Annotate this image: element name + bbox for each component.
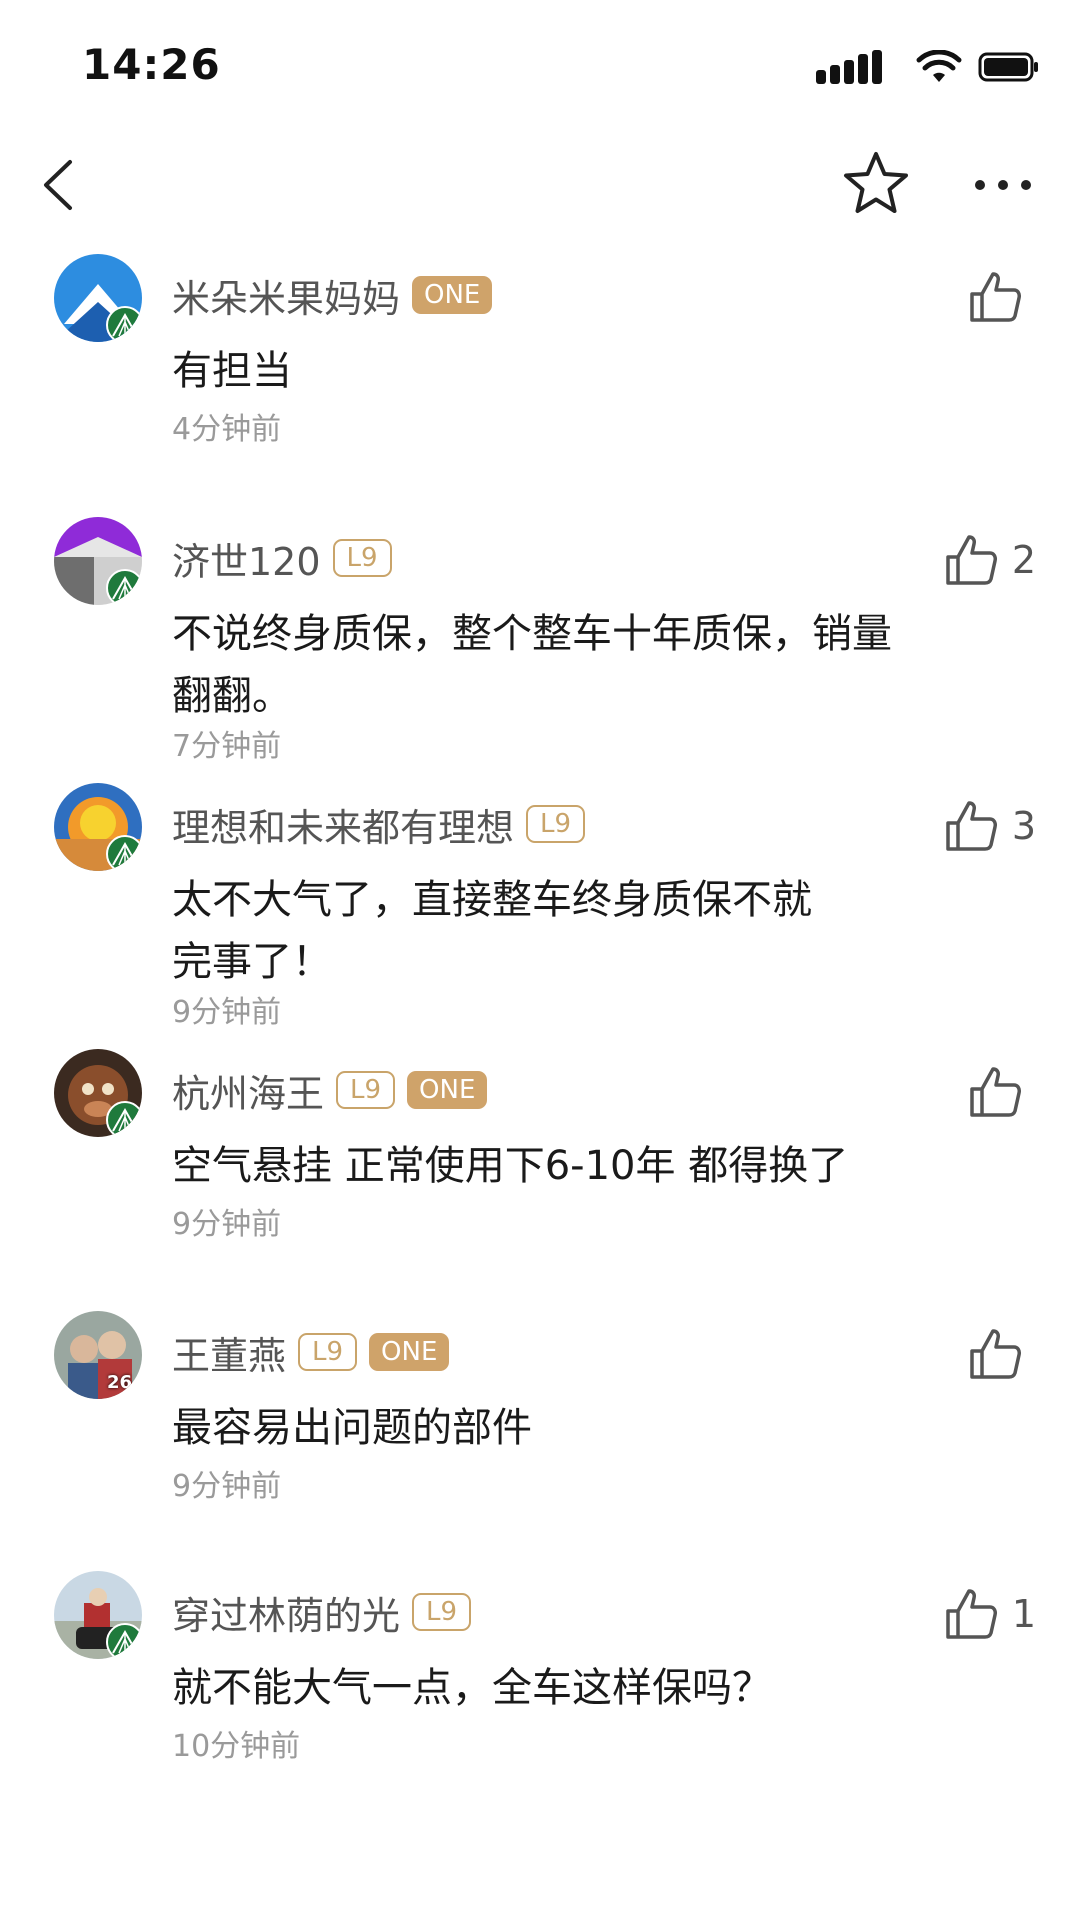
lixiang-badge-icon (106, 1623, 142, 1659)
comment-time: 4分钟前 (172, 412, 282, 447)
l9-badge: L9 (332, 539, 392, 577)
like-count: 2 (1011, 538, 1036, 582)
lixiang-badge-icon (106, 835, 142, 871)
comment-text: 有担当 (172, 348, 292, 394)
comment-list: 米朵米果妈妈 ONE 有担当 4分钟前 济世120 L9 2 不说终身质保，整个… (0, 240, 1080, 1817)
comment-time: 9分钟前 (172, 995, 282, 1030)
username[interactable]: 王董燕 (172, 1325, 286, 1380)
comment-item: 杭州海王 L9 ONE 空气悬挂 正常使用下6-10年 都得换了 9分钟前 (0, 1035, 1080, 1297)
comment-time: 7分钟前 (172, 729, 282, 764)
like-button[interactable] (966, 1063, 1036, 1121)
lixiang-badge-icon (106, 569, 142, 605)
like-button[interactable]: 3 (942, 797, 1036, 855)
comment-item: 济世120 L9 2 不说终身质保，整个整车十年质保，销量 翻翻。 7分钟前 (0, 503, 1080, 769)
comment-meta: 济世120 L9 (172, 531, 392, 586)
comment-meta: 穿过林荫的光 L9 (172, 1585, 472, 1640)
username[interactable]: 理想和未来都有理想 (172, 797, 514, 852)
comment-item: 26 王董燕 L9 ONE 最容易出问题的部件 9分钟前 (0, 1297, 1080, 1557)
comment-text: 太不大气了，直接整车终身质保不就 完事了！ (172, 877, 812, 985)
thumbs-up-icon (946, 801, 997, 851)
l9-badge: L9 (412, 1593, 472, 1631)
comment-item: 穿过林荫的光 L9 1 就不能大气一点，全车这样保吗？ 10分钟前 (0, 1557, 1080, 1817)
battery-icon (978, 50, 1040, 88)
comment-item: 米朵米果妈妈 ONE 有担当 4分钟前 (0, 240, 1080, 503)
avatar[interactable] (54, 254, 142, 342)
avatar[interactable] (54, 1049, 142, 1137)
comment-time: 9分钟前 (172, 1207, 282, 1242)
thumbs-up-icon (946, 535, 997, 585)
comment-meta: 米朵米果妈妈 ONE (172, 268, 493, 323)
l9-badge: L9 (298, 1333, 358, 1371)
avatar[interactable] (54, 517, 142, 605)
cellular-signal-icon (816, 50, 900, 88)
comment-meta: 理想和未来都有理想 L9 (172, 797, 586, 852)
one-badge: ONE (369, 1333, 450, 1371)
comment-meta: 杭州海王 L9 ONE (172, 1063, 488, 1118)
avatar[interactable]: 26 (54, 1311, 142, 1399)
status-bar: 14:26 (0, 0, 1080, 130)
like-count: 3 (1011, 804, 1036, 848)
like-button[interactable]: 2 (942, 531, 1036, 589)
back-button[interactable] (30, 150, 90, 220)
one-badge: ONE (407, 1071, 488, 1109)
avatar[interactable] (54, 1571, 142, 1659)
comment-text: 最容易出问题的部件 (172, 1405, 532, 1451)
favorite-button[interactable] (840, 148, 912, 220)
like-button[interactable]: 1 (942, 1585, 1036, 1643)
username[interactable]: 杭州海王 (172, 1063, 324, 1118)
like-button[interactable] (966, 1325, 1036, 1383)
username[interactable]: 穿过林荫的光 (172, 1585, 400, 1640)
comment-text: 不说终身质保，整个整车十年质保，销量 翻翻。 (172, 611, 892, 719)
like-button[interactable] (966, 268, 1036, 326)
l9-badge: L9 (336, 1071, 396, 1109)
lixiang-badge-icon (106, 306, 142, 342)
l9-badge: L9 (526, 805, 586, 843)
comment-item: 理想和未来都有理想 L9 3 太不大气了，直接整车终身质保不就 完事了！ 9分钟… (0, 769, 1080, 1035)
username[interactable]: 米朵米果妈妈 (172, 268, 400, 323)
wifi-icon (916, 49, 962, 88)
thumbs-up-icon (970, 1067, 1021, 1117)
star-icon (844, 152, 908, 213)
username[interactable]: 济世120 (172, 531, 321, 586)
back-icon (44, 160, 72, 210)
comment-text: 空气悬挂 正常使用下6-10年 都得换了 (172, 1143, 849, 1189)
comment-text: 就不能大气一点，全车这样保吗？ (172, 1665, 772, 1711)
comment-time: 9分钟前 (172, 1469, 282, 1504)
comment-time: 10分钟前 (172, 1729, 301, 1764)
thumbs-up-icon (970, 1329, 1021, 1379)
status-icons (816, 49, 1040, 88)
like-count: 1 (1011, 1592, 1036, 1636)
one-badge: ONE (412, 276, 493, 314)
more-icon (975, 180, 1031, 190)
more-button[interactable] (968, 150, 1038, 220)
avatar[interactable] (54, 783, 142, 871)
thumbs-up-icon (946, 1589, 997, 1639)
nav-bar (0, 130, 1080, 240)
thumbs-up-icon (970, 272, 1021, 322)
lixiang-badge-icon (106, 1101, 142, 1137)
comment-meta: 王董燕 L9 ONE (172, 1325, 450, 1380)
avatar-overlay-number: 26 (106, 1372, 132, 1393)
status-time: 14:26 (82, 40, 221, 89)
